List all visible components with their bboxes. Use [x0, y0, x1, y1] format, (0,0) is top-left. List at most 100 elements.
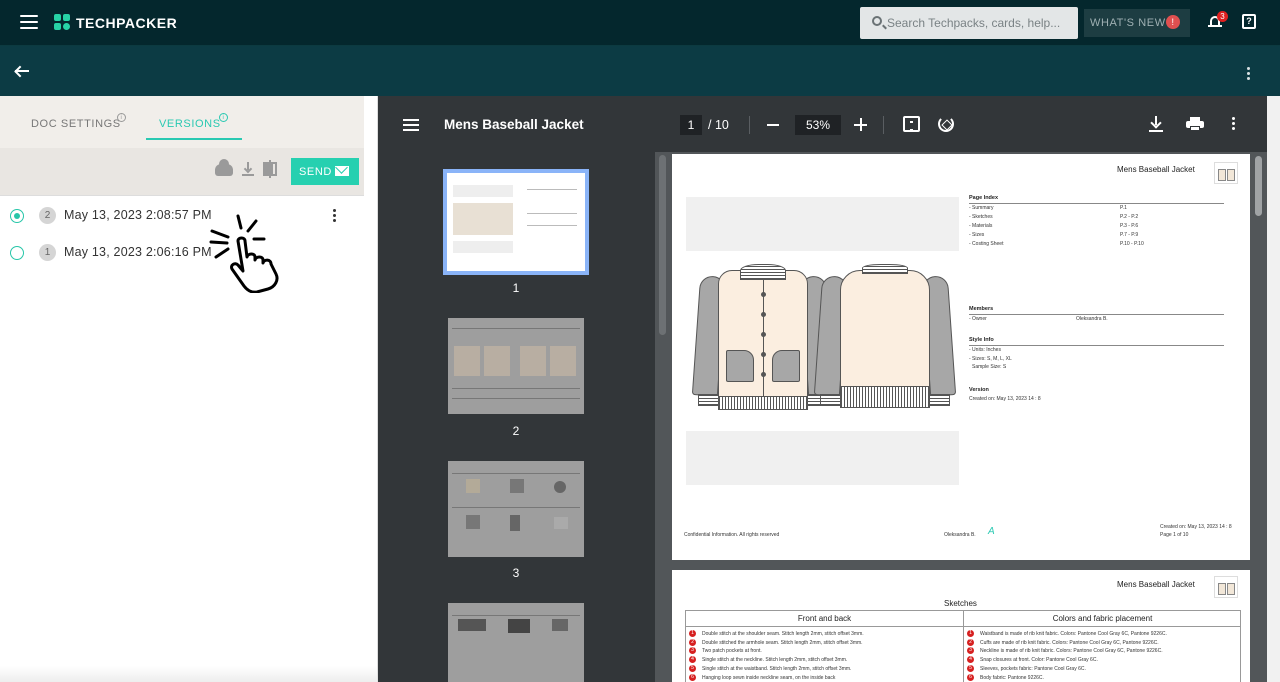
note-item: 2 Cuffs are made of rib knit fabric. Colo… — [967, 639, 1159, 647]
column-title: Colors and fabric placement — [964, 611, 1241, 627]
toolbar-divider — [883, 116, 884, 134]
toolbar-divider — [749, 116, 750, 134]
divider — [969, 345, 1224, 346]
page-title: Mens Baseball Jacket — [1117, 580, 1195, 589]
version-radio[interactable] — [10, 209, 24, 223]
page-index-page: P.1 — [1120, 205, 1127, 211]
menu-icon[interactable] — [403, 119, 419, 131]
thumbnail-sidebar: 1 2 3 — [378, 152, 655, 682]
bell-icon[interactable]: 3 — [1208, 11, 1228, 30]
style-info-item: Sample Size: S — [972, 364, 1007, 370]
members-heading: Members — [969, 306, 994, 312]
page-index-page: P.3 - P.6 — [1120, 223, 1139, 229]
thumbnail-scrollbar[interactable] — [659, 155, 666, 335]
version-heading: Version — [969, 387, 989, 393]
cloud-upload-icon[interactable] — [215, 159, 233, 176]
rotate-icon[interactable] — [938, 116, 954, 132]
thumbnail-page-1[interactable] — [443, 169, 589, 275]
note-item: 4 Single stitch at the neckline. Stitch l… — [689, 656, 847, 664]
version-created: Created on: May 13, 2023 14 : 8 — [969, 396, 1041, 402]
window-scrollbar[interactable] — [1267, 96, 1280, 682]
footer-author: Oleksandra B. — [944, 532, 976, 538]
more-vert-icon[interactable] — [1232, 117, 1236, 131]
whats-new-label: WHAT'S NEW — [1090, 17, 1166, 29]
image-placeholder — [686, 197, 959, 251]
sketch-notes-table: Front and back 1 Double stitch at the sho… — [685, 610, 1241, 682]
thumbnail-page-2[interactable] — [448, 318, 584, 414]
note-item: 6 Body fabric: Pantone 9226C. — [967, 674, 1044, 682]
thumbnail-label: 1 — [512, 281, 520, 295]
thumbnail-page-3[interactable] — [448, 461, 584, 557]
techpacker-logo-icon — [54, 14, 70, 30]
top-app-bar: TECHPACKER WHAT'S NEW ! 3 ? — [0, 0, 1280, 46]
sub-header-bar — [0, 46, 1280, 96]
hand-pointer-icon — [209, 214, 279, 293]
menu-icon[interactable] — [20, 15, 38, 29]
fit-page-icon[interactable] — [903, 116, 920, 132]
jacket-logo-icon — [1214, 162, 1238, 184]
download-icon[interactable] — [1149, 116, 1163, 132]
help-icon[interactable]: ? — [1242, 14, 1256, 29]
page-scrollbar[interactable] — [1255, 156, 1262, 216]
note-item: 5 Sleeves, pockets fabric: Pantone Cool G… — [967, 665, 1086, 673]
back-arrow-icon[interactable] — [14, 64, 30, 78]
jacket-back-sketch — [813, 262, 957, 414]
version-number-badge: 2 — [39, 207, 56, 224]
document-title: Mens Baseball Jacket — [444, 117, 584, 132]
global-search[interactable] — [860, 7, 1078, 39]
thumbnail-page-4[interactable] — [448, 603, 584, 682]
zoom-input[interactable] — [795, 115, 841, 135]
style-info-item: - Sizes: S, M, L, XL — [969, 356, 1012, 362]
download-icon[interactable] — [242, 162, 254, 176]
version-more-vert-icon[interactable] — [333, 209, 337, 223]
print-icon[interactable] — [1186, 117, 1204, 131]
tab-versions[interactable]: VERSIONS i — [159, 113, 228, 130]
app-logo-text[interactable]: TECHPACKER — [76, 15, 177, 31]
footer-created: Created on: May 13, 2023 14 : 8 — [1160, 524, 1232, 530]
versions-toolbar: SEND — [0, 148, 364, 196]
note-item: 3 Two patch pockets at front. — [689, 647, 762, 655]
jacket-front-sketch — [691, 262, 835, 414]
send-button[interactable]: SEND — [291, 158, 359, 185]
version-row[interactable]: 1 May 13, 2023 2:06:16 PM — [0, 234, 364, 271]
page-index-item: - Costing Sheet — [969, 241, 1004, 247]
page-index-page: P.2 - P.2 — [1120, 214, 1139, 220]
page-index-item: - Sizes — [969, 232, 985, 238]
section-title: Sketches — [944, 599, 977, 608]
page-index-item: - Materials — [969, 223, 993, 229]
versions-panel: DOC SETTINGS i VERSIONS i SEND 2 May 13,… — [0, 96, 378, 682]
pdf-page-2: Mens Baseball Jacket Sketches Front and … — [672, 570, 1250, 682]
notes-column-left: Front and back 1 Double stitch at the sho… — [686, 611, 964, 682]
thumbnail-label: 2 — [512, 424, 520, 438]
page-number-input[interactable] — [680, 115, 702, 135]
send-button-label: SEND — [299, 166, 332, 178]
search-input[interactable] — [887, 14, 1072, 32]
version-number-badge: 1 — [39, 244, 56, 261]
column-title: Front and back — [686, 611, 963, 627]
note-item: 4 Snap closures at front. Color: Pantone … — [967, 656, 1098, 664]
active-tab-indicator — [146, 138, 242, 140]
version-row[interactable]: 2 May 13, 2023 2:08:57 PM — [0, 197, 364, 234]
panel-tabs: DOC SETTINGS i VERSIONS i — [0, 96, 364, 148]
zoom-in-icon[interactable] — [854, 118, 867, 131]
page-index-page: P.7 - P.9 — [1120, 232, 1139, 238]
tab-doc-settings-label: DOC SETTINGS — [31, 118, 121, 130]
note-item: 3 Neckline is made of rib knit fabric. Co… — [967, 647, 1163, 655]
info-icon: i — [219, 113, 228, 122]
note-item: 6 Hanging loop sewn inside neckline seam,… — [689, 674, 835, 682]
version-radio[interactable] — [10, 246, 24, 260]
thumbnail-label: 3 — [512, 566, 520, 580]
tab-doc-settings[interactable]: DOC SETTINGS i — [31, 113, 126, 130]
page-index-heading: Page Index — [969, 195, 999, 201]
compare-icon[interactable] — [263, 160, 277, 178]
whats-new-button[interactable]: WHAT'S NEW ! — [1084, 9, 1190, 37]
pdf-page-1: Mens Baseball Jacket Page Index - Summar… — [672, 154, 1250, 560]
search-icon — [872, 16, 882, 26]
version-date: May 13, 2023 2:08:57 PM — [64, 208, 212, 222]
jacket-logo-icon — [1214, 576, 1238, 598]
footer-page-number: Page 1 of 10 — [1160, 532, 1189, 538]
versions-list: 2 May 13, 2023 2:08:57 PM 1 May 13, 2023… — [0, 197, 364, 271]
more-vert-icon[interactable] — [1247, 67, 1251, 81]
zoom-out-icon[interactable] — [767, 124, 779, 126]
member-role: - Owner — [969, 316, 987, 322]
